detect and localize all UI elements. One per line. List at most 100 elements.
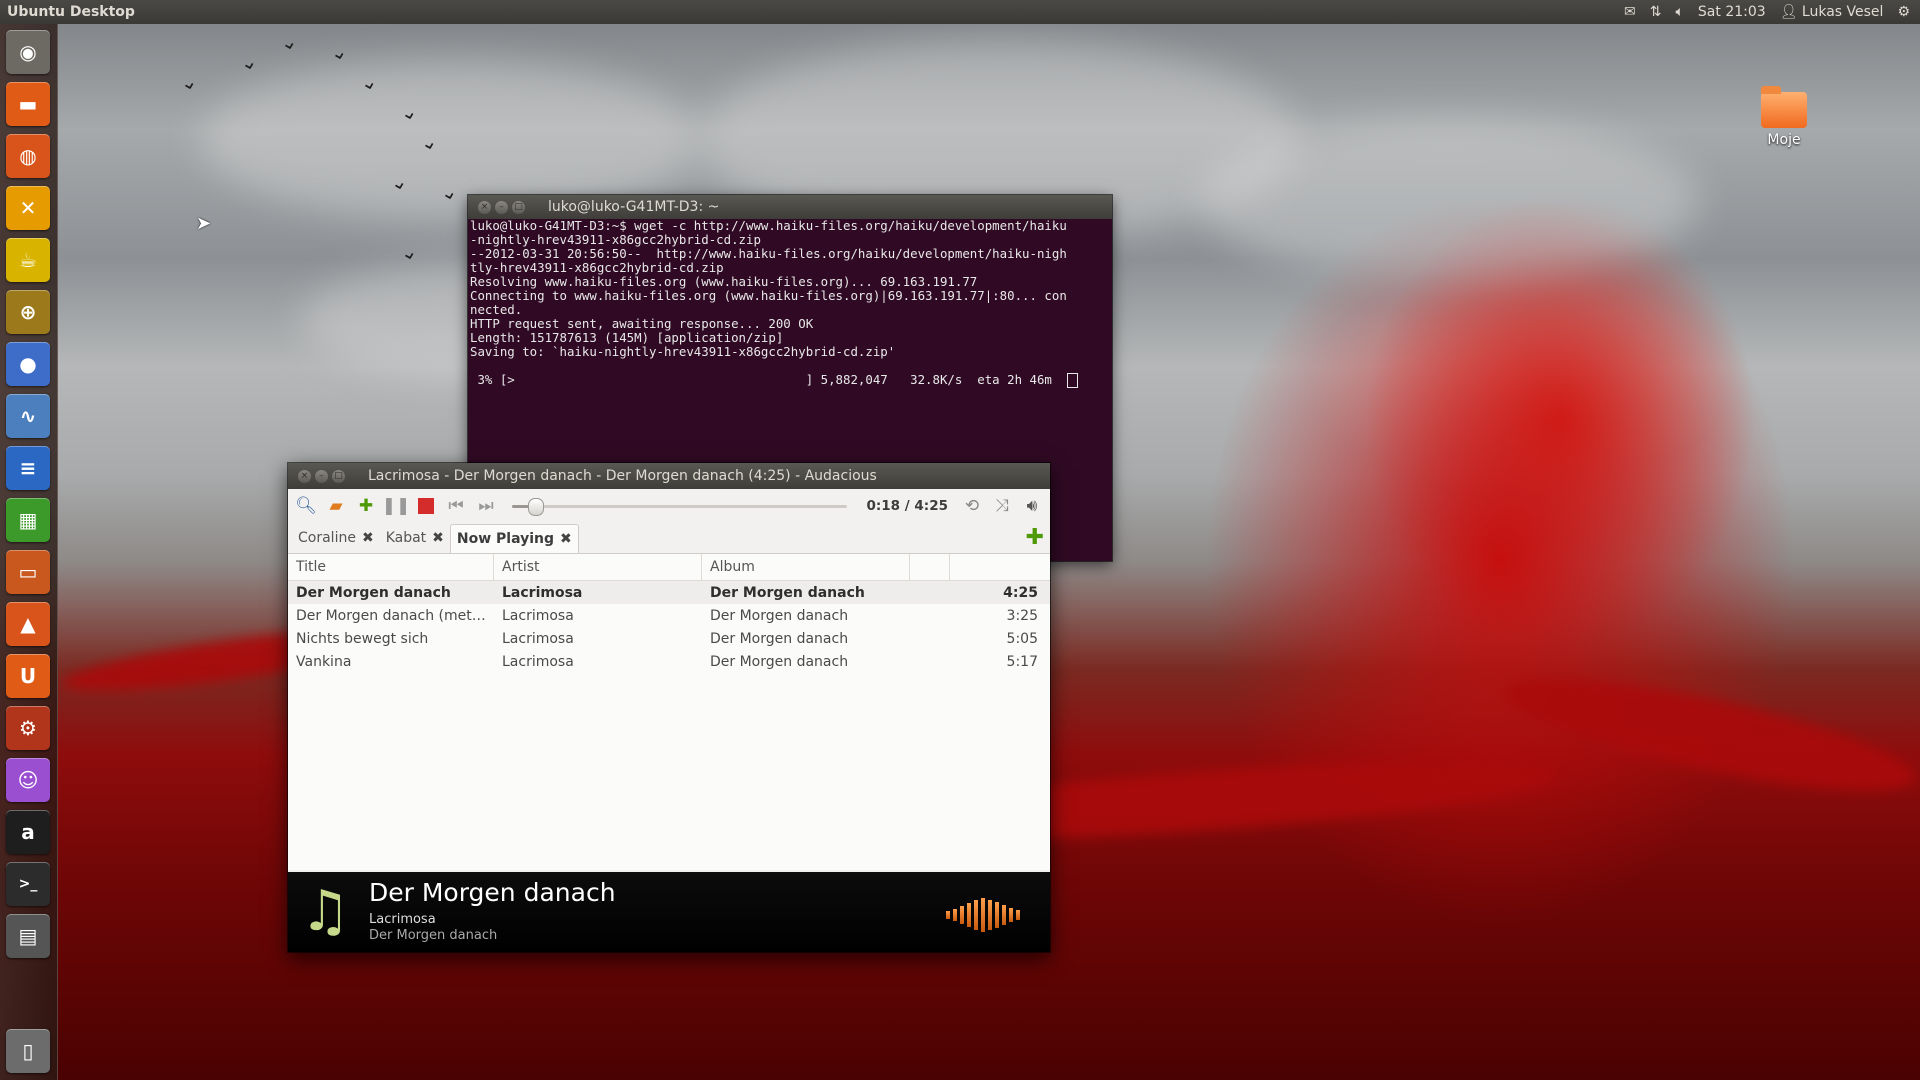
time-display: 0:18 / 4:25 [866, 498, 949, 514]
open-folder-icon[interactable]: ▰ [324, 494, 348, 518]
launcher-ubuntu-one-icon[interactable]: U [6, 654, 50, 698]
launcher-software-center-icon[interactable]: ▲ [6, 602, 50, 646]
terminal-line: HTTP request sent, awaiting response... … [470, 316, 814, 331]
launcher-impress-icon[interactable]: ▭ [6, 550, 50, 594]
launcher-pidgin-icon[interactable]: ☺ [6, 758, 50, 802]
tab-kabat[interactable]: Kabat ✖ [380, 524, 450, 552]
mail-icon[interactable]: ✉ [1624, 4, 1636, 20]
tab-label: Kabat [385, 530, 427, 546]
cell-length: 4:25 [1003, 584, 1038, 601]
terminal-line: Saving to: `haiku-nightly-hrev43911-x86g… [470, 344, 896, 359]
column-artist[interactable]: Artist [494, 554, 702, 580]
close-icon[interactable]: × [298, 469, 311, 483]
search-icon[interactable]: 🔍︎ [294, 494, 318, 518]
launcher-system-monitor-icon[interactable]: ∿ [6, 394, 50, 438]
tab-now-playing[interactable]: Now Playing ✖ [449, 523, 579, 553]
column-length[interactable] [950, 554, 1050, 580]
visualizer-bar [1009, 908, 1013, 922]
close-icon[interactable]: × [478, 200, 491, 214]
panel-window-title: Ubuntu Desktop [7, 4, 135, 20]
column-title[interactable]: Title [288, 554, 494, 580]
desktop-folder-label: Moje [1767, 132, 1801, 148]
launcher-calc-icon[interactable]: ▦ [6, 498, 50, 542]
playlist[interactable]: Title Artist Album Der Morgen danach Lacr… [288, 553, 1050, 870]
cell-title: Vankina [296, 653, 352, 670]
terminal-cursor [1066, 373, 1078, 388]
minimize-icon[interactable]: – [315, 469, 328, 483]
previous-icon[interactable]: ⏮︎ [444, 494, 468, 518]
launcher-terminal-icon[interactable]: >_ [6, 862, 50, 906]
cell-artist: Lacrimosa [502, 630, 574, 647]
maximize-icon[interactable]: □ [332, 469, 345, 483]
cell-length: 3:25 [1006, 607, 1038, 624]
maximize-icon[interactable]: □ [512, 200, 525, 214]
terminal-line: Length: 151787613 (145M) [application/zi… [470, 330, 784, 345]
player-toolbar: 🔍︎ ▰ ✚ ❚❚ ⏮︎ ⏭︎ 0:18 / 4:25 ⟲ ⤨ 🔊︎ [288, 489, 1050, 523]
visualizer-bar [1016, 910, 1020, 920]
column-album[interactable]: Album [702, 554, 910, 580]
playlist-row[interactable]: Der Morgen danach Lacrimosa Der Morgen dan… [288, 581, 1050, 604]
launcher: ◉ ▬ ◍ ✕ ☕ ⊕ ● ∿ ≡ ▦ ▭ ▲ U ⚙ ☺ a >_ ▤ ▯ [0, 24, 58, 1080]
seek-track [512, 505, 847, 508]
seek-slider[interactable] [512, 496, 847, 516]
cell-album: Der Morgen danach [710, 653, 849, 670]
now-playing-infobar: ♫ Der Morgen danach Lacrimosa Der Morgen… [288, 872, 1050, 952]
playlist-row[interactable]: Der Morgen danach (metu… Lacrimosa Der Mor… [288, 604, 1050, 627]
user-menu[interactable]: 👤︎ Lukas Vesel [1780, 4, 1884, 20]
launcher-dash-home-icon[interactable]: ◉ [6, 30, 50, 74]
launcher-audacious-icon[interactable]: a [6, 810, 50, 854]
visualizer-bar [967, 903, 971, 927]
clock[interactable]: Sat 21:03 [1698, 4, 1766, 20]
launcher-chat-icon[interactable]: ✕ [6, 186, 50, 230]
close-tab-icon[interactable]: ✖ [432, 530, 444, 546]
tab-coraline[interactable]: Coraline ✖ [292, 524, 380, 552]
terminal-line: luko@luko-G41MT-D3:~$ wget -c http://www… [470, 219, 1067, 233]
user-icon: 👤︎ [1779, 4, 1798, 20]
audacious-titlebar[interactable]: × – □ Lacrimosa - Der Morgen danach - De… [288, 463, 1050, 489]
repeat-icon[interactable]: ⟲ [960, 494, 984, 518]
tab-label: Now Playing [456, 530, 555, 547]
stop-icon[interactable] [414, 494, 438, 518]
infobar-album: Der Morgen danach [369, 928, 498, 943]
desktop-folder[interactable]: Moje [1754, 86, 1814, 148]
column-spacer[interactable] [910, 554, 950, 580]
network-icon[interactable]: ⇅ [1650, 4, 1662, 20]
volume-icon[interactable]: 🔈︎ [1676, 4, 1684, 20]
terminal-titlebar[interactable]: × – □ luko@luko-G41MT-D3: ~ [468, 195, 1112, 219]
folder-icon [1761, 86, 1807, 128]
close-tab-icon[interactable]: ✖ [560, 531, 572, 547]
top-panel: Ubuntu Desktop ✉ ⇅ 🔈︎ Sat 21:03 👤︎ Lukas… [0, 0, 1920, 24]
playlist-row[interactable]: Vankina Lacrimosa Der Morgen danach 5:17 [288, 650, 1050, 673]
cell-title: Der Morgen danach (metu… [296, 607, 494, 624]
launcher-teapot-icon[interactable]: ☕ [6, 238, 50, 282]
shuffle-icon[interactable]: ⤨ [990, 494, 1014, 518]
mouse-pointer-icon: ➤ [196, 213, 212, 234]
launcher-chat-bubble-icon[interactable]: ● [6, 342, 50, 386]
launcher-files-icon[interactable]: ▬ [6, 82, 50, 126]
launcher-firefox-icon[interactable]: ◍ [6, 134, 50, 178]
add-icon[interactable]: ✚ [354, 494, 378, 518]
terminal-output[interactable]: luko@luko-G41MT-D3:~$ wget -c http://www… [468, 219, 1112, 388]
session-gear-icon[interactable]: ⚙ [1897, 4, 1910, 20]
minimize-icon[interactable]: – [495, 200, 508, 214]
playlist-row[interactable]: Nichts bewegt sich Lacrimosa Der Morgen da… [288, 627, 1050, 650]
launcher-crosshair-icon[interactable]: ⊕ [6, 290, 50, 334]
visualizer-bar [946, 911, 950, 919]
cell-album: Der Morgen danach [710, 584, 865, 601]
volume-icon[interactable]: 🔊︎ [1020, 494, 1044, 518]
close-tab-icon[interactable]: ✖ [362, 530, 374, 546]
terminal-line: --2012-03-31 20:56:50-- http://www.haiku… [470, 246, 1067, 261]
add-playlist-icon[interactable]: ✚ [1026, 527, 1044, 549]
pause-icon[interactable]: ❚❚ [382, 494, 411, 518]
launcher-trash-icon[interactable]: ▯ [6, 1029, 50, 1073]
launcher-workspaces-icon[interactable]: ▤ [6, 914, 50, 958]
playlist-header: Title Artist Album [288, 554, 1050, 581]
seek-handle[interactable] [527, 498, 544, 516]
terminal-title: luko@luko-G41MT-D3: ~ [548, 199, 720, 215]
audacious-window[interactable]: × – □ Lacrimosa - Der Morgen danach - De… [288, 463, 1050, 952]
terminal-line: Resolving www.haiku-files.org (www.haiku… [470, 274, 978, 289]
launcher-writer-icon[interactable]: ≡ [6, 446, 50, 490]
next-icon[interactable]: ⏭︎ [474, 494, 498, 518]
launcher-settings-icon[interactable]: ⚙ [6, 706, 50, 750]
